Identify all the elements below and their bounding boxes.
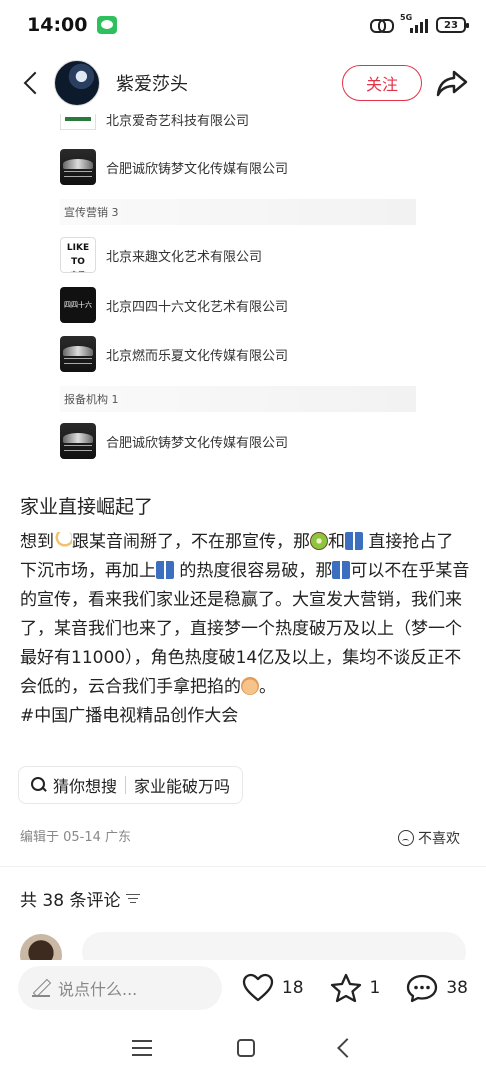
comment-reply-box[interactable] xyxy=(82,932,466,960)
wechat-notification-icon xyxy=(97,16,118,34)
share-icon[interactable] xyxy=(436,68,468,98)
like-count: 18 xyxy=(281,978,304,998)
body-text: 和 xyxy=(328,532,345,552)
comment-input[interactable]: 说点什么... xyxy=(18,966,222,1010)
link-icon xyxy=(370,18,394,33)
company-name: 北京爱奇艺科技有限公司 xyxy=(106,114,250,129)
comment-count: 38 xyxy=(446,978,468,998)
comment-placeholder: 说点什么... xyxy=(58,980,138,999)
author-name[interactable]: 紫爱莎头 xyxy=(116,70,188,96)
sort-filter-icon[interactable] xyxy=(126,893,141,905)
status-time: 14:00 xyxy=(27,14,88,36)
search-chip-query: 家业能破万吗 xyxy=(134,777,231,796)
section-label-filing: 报备机构 1 xyxy=(60,386,416,412)
follow-button[interactable]: 关注 xyxy=(342,65,422,101)
company-logo xyxy=(60,114,96,130)
dislike-label: 不喜欢 xyxy=(418,831,460,847)
comment-count-label: 共 38 条评论 xyxy=(20,891,121,911)
status-icons: 5G 23 xyxy=(370,13,469,33)
favorite-button[interactable]: 1 xyxy=(330,973,381,1003)
company-name: 合肥诚欣铸梦文化传媒有限公司 xyxy=(106,435,289,451)
network-type: 5G xyxy=(400,13,413,22)
goose-emoji-icon xyxy=(54,532,72,550)
heart-icon xyxy=(242,973,274,1002)
frown-face-icon xyxy=(398,830,414,846)
company-row: LIKE TO 来趣 北京来趣文化艺术有限公司 xyxy=(60,235,262,275)
recent-apps-icon[interactable] xyxy=(132,1040,153,1056)
back-arrow-icon[interactable] xyxy=(18,68,48,98)
system-nav-bar xyxy=(0,1016,486,1080)
car-logo-icon xyxy=(60,149,96,185)
company-row: 合肥诚欣铸梦文化传媒有限公司 xyxy=(60,147,288,187)
post-body: 想到 跟某音闹掰了，不在那宣传，那和 直接抢占了下沉市场，再加上 的热度很容易破，… xyxy=(20,528,470,731)
search-chip-label: 猜你想搜 xyxy=(53,777,118,796)
star-icon xyxy=(330,973,361,1003)
body-text: 。 xyxy=(259,677,276,697)
suggested-search-chip[interactable]: 猜你想搜 家业能破万吗 xyxy=(18,766,244,804)
car-logo-icon xyxy=(60,336,96,372)
body-text: 跟某音闹掰了，不在那宣传，那 xyxy=(72,532,310,552)
jeans-emoji-icon xyxy=(156,561,174,579)
hashtag-link[interactable]: #中国广播电视精品创作大会 xyxy=(20,706,238,726)
body-text: 的热度很容易破，那 xyxy=(179,561,333,581)
logo-subtext: 来趣 xyxy=(61,269,95,272)
post-header: 紫爱莎头 关注 xyxy=(0,52,486,114)
dislike-button[interactable]: 不喜欢 xyxy=(398,828,460,848)
commenter-avatar[interactable] xyxy=(20,934,62,960)
favorite-count: 1 xyxy=(369,978,381,998)
sisi-logo-icon: 四四十六 xyxy=(60,287,96,323)
chip-divider xyxy=(125,776,127,794)
kiwi-emoji-icon xyxy=(310,532,328,550)
likedo-logo-icon: LIKE TO 来趣 xyxy=(60,237,96,273)
company-name: 合肥诚欣铸梦文化传媒有限公司 xyxy=(106,161,289,177)
status-bar: 14:00 5G 23 xyxy=(0,0,486,50)
post-title: 家业直接崛起了 xyxy=(20,496,154,518)
comment-preview xyxy=(0,930,486,960)
chat-bubble-icon xyxy=(407,974,438,1003)
jeans-emoji-icon xyxy=(332,561,351,579)
section-label-publicity: 宣传营销 3 xyxy=(60,199,416,225)
battery-icon: 23 xyxy=(436,17,469,33)
company-row-partial: 北京爱奇艺科技有限公司 xyxy=(60,114,360,132)
back-icon[interactable] xyxy=(336,1038,357,1058)
pen-icon xyxy=(32,979,50,997)
comment-count-header: 共 38 条评论 xyxy=(20,886,141,911)
logo-text: LIKE TO xyxy=(66,243,90,267)
smug-face-emoji-icon xyxy=(241,677,259,695)
company-name: 北京来趣文化艺术有限公司 xyxy=(106,249,263,265)
search-icon xyxy=(31,777,47,793)
home-icon[interactable] xyxy=(236,1039,255,1057)
jeans-emoji-icon xyxy=(345,532,363,550)
company-row: 合肥诚欣铸梦文化传媒有限公司 xyxy=(60,421,288,461)
author-avatar[interactable] xyxy=(54,60,100,106)
car-logo-icon xyxy=(60,423,96,459)
company-row: 四四十六 北京四四十六文化艺术有限公司 xyxy=(60,285,288,325)
company-name: 北京燃而乐夏文化传媒有限公司 xyxy=(106,348,289,364)
company-row: 北京燃而乐夏文化传媒有限公司 xyxy=(60,334,288,374)
like-button[interactable]: 18 xyxy=(242,973,304,1003)
divider xyxy=(0,866,486,867)
body-text: 想到 xyxy=(20,532,54,552)
body-text: 可以不在乎某音的宣传，看来我们家业还是稳赢了。大宣发大营销，我们来了，某音我们也… xyxy=(20,561,470,697)
signal-icon: 5G xyxy=(400,13,428,33)
bottom-action-bar: 说点什么... 18 1 38 xyxy=(0,960,486,1016)
comment-button[interactable]: 38 xyxy=(406,973,468,1003)
edit-meta: 编辑于 05-14 广东 xyxy=(20,830,132,845)
company-name: 北京四四十六文化艺术有限公司 xyxy=(106,299,289,315)
